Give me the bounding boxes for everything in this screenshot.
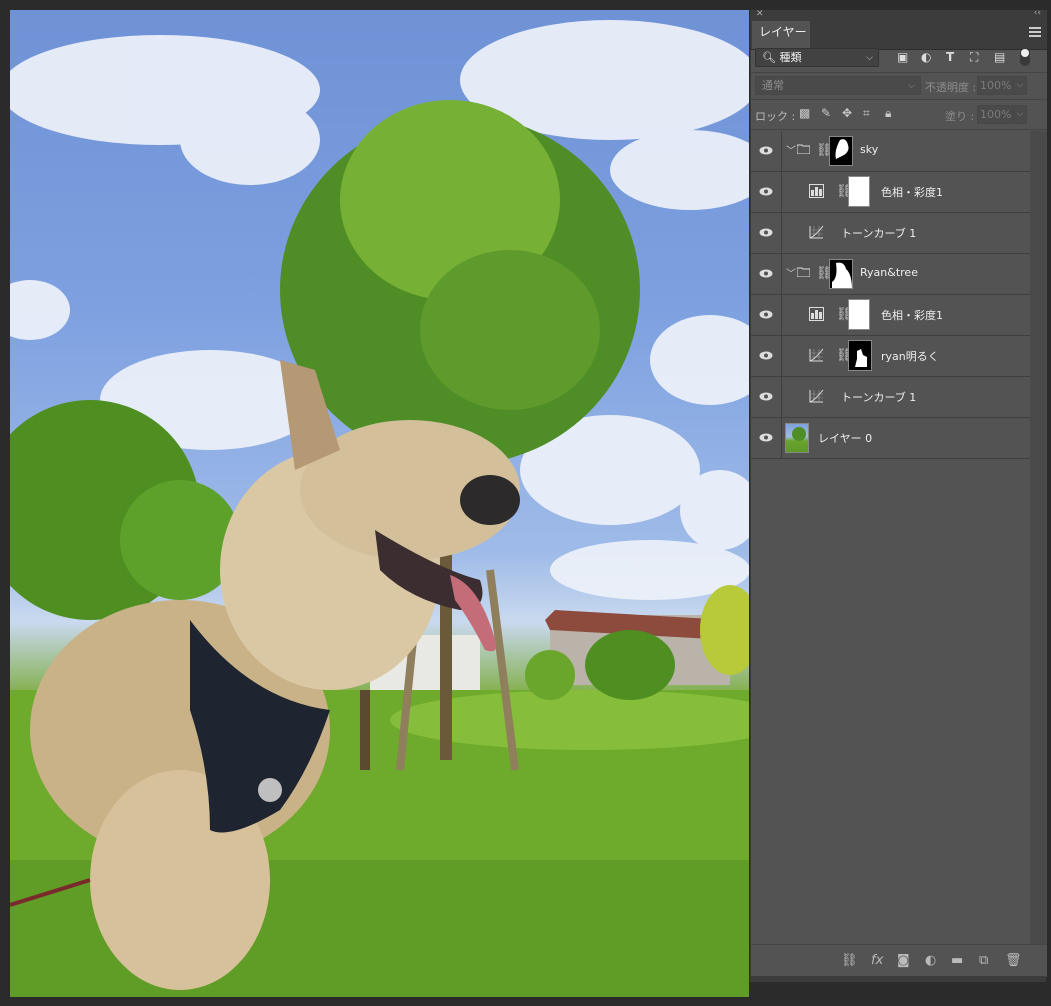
adjustment-layer-icon[interactable]: ◐ (925, 953, 936, 968)
fill-input[interactable]: 100% (977, 105, 1013, 124)
hue-saturation-icon (809, 184, 824, 198)
fill-dropdown-icon[interactable]: ⌵ (1013, 105, 1027, 124)
new-layer-icon[interactable]: ⧉ (979, 953, 988, 968)
visibility-eye-icon[interactable] (751, 295, 782, 335)
opacity-dropdown-icon[interactable]: ⌵ (1013, 76, 1027, 95)
layers-panel: ✕ ‹‹ レイヤー 🔍︎ 種類 ⌵ ▣ ◐ T ⛶ ▤ 通常 ⌵ 不透明度 : … (750, 8, 1047, 977)
layer-mask-thumbnail[interactable] (829, 136, 853, 166)
chevron-down-icon: ⌵ (908, 81, 915, 91)
folder-icon (797, 267, 810, 277)
delete-icon[interactable]: 🗑︎ (1005, 953, 1022, 968)
close-icon[interactable]: ✕ (756, 9, 764, 19)
filter-row: 🔍︎ 種類 ⌵ ▣ ◐ T ⛶ ▤ (751, 48, 1047, 72)
photo-dog-in-park (10, 20, 749, 997)
visibility-eye-icon[interactable] (751, 131, 782, 171)
visibility-eye-icon[interactable] (751, 418, 782, 458)
image-filter-icon[interactable]: ▣ (897, 50, 908, 64)
layer-row[interactable]: ⛓︎ 色相・彩度1 (751, 295, 1030, 336)
divider (751, 99, 1047, 100)
layer-row[interactable]: レイヤー 0 (751, 418, 1030, 459)
panel-tab-row: レイヤー (751, 21, 1047, 50)
layers-list: ﹀ ⛓︎ sky ⛓︎ 色相・彩度1 トーンカーブ 1 ﹀ ⛓︎ Ryan&tr… (751, 131, 1030, 459)
curves-icon (809, 389, 824, 403)
layer-mask-thumbnail[interactable] (848, 340, 872, 371)
shape-filter-icon[interactable]: ⛶ (970, 50, 978, 65)
link-layers-icon[interactable]: ⛓︎ (841, 953, 858, 968)
blend-mode-select[interactable]: 通常 ⌵ (755, 76, 921, 95)
lock-label: ロック : (755, 110, 796, 123)
visibility-eye-icon[interactable] (751, 336, 782, 376)
layer-mask-thumbnail[interactable] (848, 299, 870, 330)
layer-row[interactable]: ﹀ ⛓︎ Ryan&tree (751, 254, 1030, 295)
curves-icon (809, 348, 824, 362)
divider (751, 72, 1047, 73)
chevron-down-icon[interactable]: ﹀ (786, 265, 796, 280)
lock-position-icon[interactable]: ✥ (842, 106, 852, 120)
panel-resize-grip[interactable] (750, 976, 1046, 982)
lock-paint-icon[interactable]: ✎ (821, 106, 831, 120)
divider (751, 129, 1047, 130)
lock-transparent-icon[interactable]: ▩ (799, 106, 810, 120)
hue-saturation-icon (809, 307, 824, 321)
panel-menu-icon[interactable] (1029, 27, 1041, 37)
layer-mask-thumbnail[interactable] (848, 176, 870, 207)
layer-thumbnail[interactable] (785, 423, 809, 453)
filter-toggle[interactable] (1020, 48, 1030, 66)
opacity-label: 不透明度 : (925, 81, 977, 94)
layer-row[interactable]: ﹀ ⛓︎ sky (751, 131, 1030, 172)
collapse-icon[interactable]: ‹‹ (1034, 8, 1041, 18)
filter-kind-select[interactable]: 🔍︎ 種類 ⌵ (755, 48, 879, 67)
curves-icon (809, 225, 824, 239)
visibility-eye-icon[interactable] (751, 172, 782, 212)
layer-name: レイヤー 0 (818, 432, 873, 445)
filter-kind-label: 種類 (779, 51, 802, 64)
chevron-down-icon[interactable]: ﹀ (786, 142, 796, 157)
folder-icon (797, 144, 810, 154)
tab-layers[interactable]: レイヤー (752, 21, 810, 49)
layer-name: sky (860, 143, 879, 156)
visibility-eye-icon[interactable] (751, 213, 782, 253)
blend-row: 通常 ⌵ 不透明度 : 100% ⌵ (751, 76, 1047, 98)
panel-title-bar: ✕ ‹‹ (751, 8, 1047, 21)
layer-name: 色相・彩度1 (881, 309, 943, 322)
adjustment-filter-icon[interactable]: ◐ (921, 50, 931, 64)
layer-name: Ryan&tree (860, 266, 918, 279)
layer-row[interactable]: トーンカーブ 1 (751, 377, 1030, 418)
fill-label: 塗り : (945, 110, 975, 123)
lock-row: ロック : ▩ ✎ ✥ ⌗ 🔒︎ 塗り : 100% ⌵ (751, 104, 1047, 126)
opacity-input[interactable]: 100% (977, 76, 1013, 95)
document-canvas[interactable] (10, 10, 749, 997)
layer-name: トーンカーブ 1 (841, 391, 917, 404)
layer-name: トーンカーブ 1 (841, 227, 917, 240)
add-mask-icon[interactable]: ◙ (897, 953, 910, 968)
new-group-icon[interactable]: ▬ (951, 953, 963, 968)
lock-all-icon[interactable]: 🔒︎ (885, 106, 891, 121)
layers-scrollbar[interactable] (1030, 131, 1047, 961)
layer-row[interactable]: ⛓︎ ryan明るく (751, 336, 1030, 377)
search-icon: 🔍︎ (762, 51, 776, 64)
layer-row[interactable]: トーンカーブ 1 (751, 213, 1030, 254)
smart-object-filter-icon[interactable]: ▤ (994, 50, 1005, 64)
layer-mask-thumbnail[interactable] (829, 259, 853, 289)
lock-artboard-icon[interactable]: ⌗ (863, 106, 870, 121)
layer-row[interactable]: ⛓︎ 色相・彩度1 (751, 172, 1030, 213)
blend-mode-value: 通常 (762, 79, 784, 92)
layers-bottom-toolbar: ⛓︎ fx ◙ ◐ ▬ ⧉ 🗑︎ (751, 944, 1047, 977)
chevron-down-icon: ⌵ (866, 53, 873, 63)
fx-icon[interactable]: fx (871, 953, 883, 968)
layer-name: ryan明るく (881, 350, 939, 363)
visibility-eye-icon[interactable] (751, 377, 782, 417)
layer-name: 色相・彩度1 (881, 186, 943, 199)
visibility-eye-icon[interactable] (751, 254, 782, 294)
type-filter-icon[interactable]: T (946, 50, 954, 64)
